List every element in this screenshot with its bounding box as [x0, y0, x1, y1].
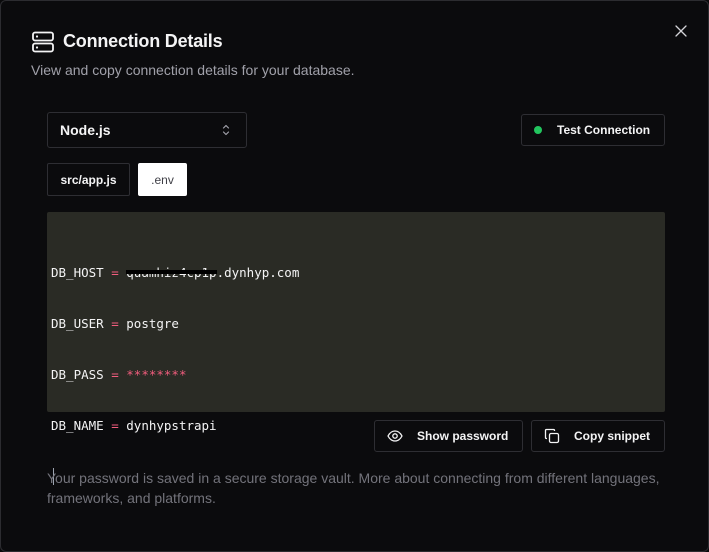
- redacted-host-prefix: quamhiz4cp1p: [126, 265, 217, 280]
- test-connection-button[interactable]: Test Connection: [521, 114, 665, 146]
- equals-sign: =: [103, 367, 127, 382]
- env-key: DB_PASS: [51, 367, 104, 382]
- tab-src-app-js[interactable]: src/app.js: [47, 163, 130, 196]
- env-key: DB_NAME: [51, 418, 104, 433]
- env-value: postgre: [126, 316, 179, 331]
- connection-details-dialog: Connection Details View and copy connect…: [0, 0, 709, 552]
- tab-env[interactable]: .env: [138, 163, 187, 196]
- show-password-label: Show password: [417, 429, 509, 443]
- env-key: DB_USER: [51, 316, 104, 331]
- dialog-subtitle: View and copy connection details for you…: [31, 62, 355, 78]
- code-line-db-pass: DB_PASS = ********: [51, 366, 665, 383]
- tab-label: src/app.js: [60, 172, 117, 187]
- language-select[interactable]: Node.js: [47, 112, 247, 148]
- connection-status-dot: [534, 126, 542, 134]
- masked-password: ********: [126, 367, 187, 382]
- copy-snippet-label: Copy snippet: [574, 429, 651, 443]
- copy-snippet-button[interactable]: Copy snippet: [531, 420, 665, 452]
- code-line-db-user: DB_USER = postgre: [51, 315, 665, 332]
- show-password-button[interactable]: Show password: [374, 420, 523, 452]
- test-connection-label: Test Connection: [557, 123, 651, 137]
- tab-label: .env: [151, 172, 174, 187]
- close-icon: [675, 25, 687, 37]
- copy-icon: [544, 428, 560, 444]
- equals-sign: =: [103, 418, 127, 433]
- equals-sign: =: [103, 316, 127, 331]
- env-value: dynhypstrapi: [126, 418, 217, 433]
- dialog-title: Connection Details: [63, 31, 223, 51]
- server-icon: [32, 31, 54, 53]
- close-button[interactable]: [671, 21, 691, 41]
- chevron-up-down-icon: [222, 124, 230, 136]
- env-key: DB_HOST: [51, 265, 104, 280]
- footer-note: Your password is saved in a secure stora…: [47, 470, 660, 506]
- language-select-value: Node.js: [60, 122, 111, 138]
- env-value: .dynhyp.com: [216, 265, 300, 280]
- code-line-db-host: DB_HOST = quamhiz4cp1p .dynhyp.com: [51, 264, 665, 281]
- code-editor[interactable]: DB_HOST = quamhiz4cp1p .dynhyp.com DB_USE…: [47, 212, 665, 485]
- eye-icon: [387, 430, 403, 442]
- equals-sign: =: [103, 265, 127, 280]
